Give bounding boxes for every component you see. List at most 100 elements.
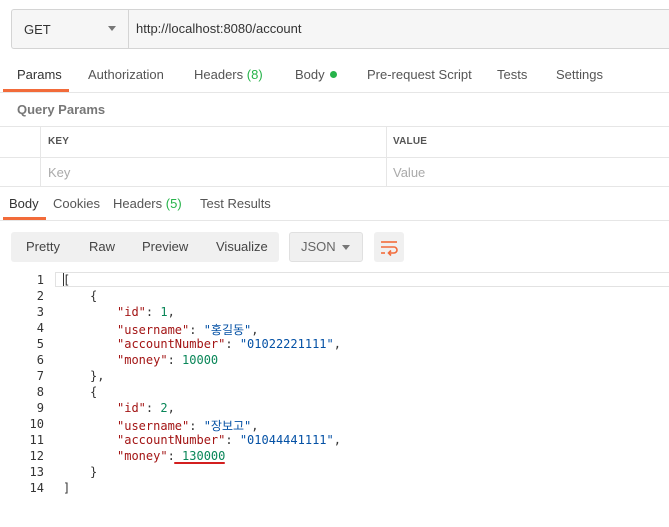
request-tabs: Params Authorization Headers (8) Body Pr…: [0, 58, 669, 93]
json-string: "01044441111": [239, 433, 334, 447]
json-key: "accountNumber": [117, 433, 226, 447]
code-line: "id": 1,: [117, 305, 175, 319]
view-pretty-button[interactable]: Pretty: [26, 232, 60, 262]
column-header-key: KEY: [48, 136, 70, 147]
line-number: 10: [29, 417, 44, 431]
view-raw-button[interactable]: Raw: [89, 232, 115, 262]
line-number: 13: [29, 465, 44, 479]
active-response-tab-underline: [3, 217, 46, 220]
code-line: [: [63, 273, 70, 287]
headers-count-badge: (8): [246, 67, 263, 82]
json-key: "id": [117, 305, 146, 319]
json-key: "username": [117, 323, 190, 337]
line-number: 7: [36, 369, 44, 383]
json-brace: {: [90, 385, 98, 399]
json-key: "username": [117, 419, 190, 433]
code-line: },: [90, 369, 104, 383]
response-tabs: Body Cookies Headers (5) Test Results: [0, 190, 669, 221]
code-line: {: [90, 289, 97, 303]
line-number: 1: [36, 273, 44, 287]
line-number: 2: [36, 289, 44, 303]
json-brace: {: [90, 289, 98, 303]
highlight-underline: [174, 462, 225, 464]
tab-body[interactable]: Body: [295, 58, 337, 92]
tab-headers[interactable]: Headers (8): [194, 58, 263, 92]
code-line: "username": "홍길동",: [117, 323, 259, 337]
response-body-editor[interactable]: 1 2 3 4 5 6 7 8 9 10 11 12 13 14 [ { "id…: [0, 270, 669, 527]
json-bracket: ]: [63, 481, 71, 495]
line-number: 5: [36, 337, 44, 351]
view-visualize-button[interactable]: Visualize: [216, 232, 268, 262]
response-tab-cookies[interactable]: Cookies: [53, 190, 100, 218]
chevron-down-icon: [108, 26, 116, 31]
column-divider: [386, 127, 387, 187]
line-number: 14: [29, 481, 44, 495]
line-number: 6: [36, 353, 44, 367]
wrap-lines-button[interactable]: [374, 232, 404, 262]
json-number: 10000: [182, 353, 219, 367]
code-line: "id": 2,: [117, 401, 175, 415]
tab-body-label: Body: [295, 67, 325, 82]
method-select[interactable]: GET: [12, 10, 129, 48]
json-number: 130000: [182, 449, 226, 463]
body-status-dot: [329, 71, 337, 78]
json-brace: },: [90, 369, 105, 383]
response-headers-count-badge: (5): [165, 196, 182, 211]
response-tab-body[interactable]: Body: [9, 190, 39, 218]
column-header-value: VALUE: [393, 136, 428, 147]
query-params-table: KEY VALUE Key Value: [0, 126, 669, 187]
json-string: "홍길동": [203, 323, 252, 337]
code-line: ]: [63, 481, 70, 495]
response-tab-headers-label: Headers: [113, 196, 163, 211]
param-value-input[interactable]: Value: [393, 165, 425, 180]
tab-authorization[interactable]: Authorization: [88, 58, 164, 92]
tab-tests[interactable]: Tests: [497, 58, 527, 92]
code-line: "accountNumber": "01022221111",: [117, 337, 341, 351]
method-label: GET: [24, 21, 51, 37]
json-string: "장보고": [203, 419, 252, 433]
json-key: "id": [117, 401, 146, 415]
url-input[interactable]: http://localhost:8080/account: [136, 10, 302, 48]
json-number: 2: [160, 401, 168, 415]
param-key-input[interactable]: Key: [48, 165, 70, 180]
response-tab-headers[interactable]: Headers (5): [113, 190, 182, 218]
text-cursor: [63, 273, 64, 286]
tab-settings[interactable]: Settings: [556, 58, 603, 92]
tab-headers-label: Headers: [194, 67, 244, 82]
code-line: "money": 130000: [117, 449, 226, 463]
view-preview-button[interactable]: Preview: [142, 232, 188, 262]
code-line: "username": "장보고",: [117, 419, 259, 433]
tab-params[interactable]: Params: [17, 58, 62, 92]
json-string: "01022221111": [239, 337, 334, 351]
line-number: 3: [36, 305, 44, 319]
active-line-highlight: [55, 272, 669, 287]
code-line: {: [90, 385, 97, 399]
line-number: 12: [29, 449, 44, 463]
code-line: "money": 10000: [117, 353, 219, 367]
wrap-lines-icon: [381, 241, 398, 257]
line-number: 11: [29, 433, 44, 447]
view-mode-selector: Pretty Raw Preview Visualize: [11, 232, 279, 262]
line-number: 9: [36, 401, 44, 415]
column-divider: [40, 127, 41, 187]
query-params-header-row: [0, 127, 669, 158]
format-select[interactable]: JSON: [289, 232, 363, 262]
request-url-bar: GET http://localhost:8080/account: [11, 9, 669, 49]
line-number: 4: [36, 321, 44, 335]
code-line: }: [90, 465, 97, 479]
json-key: "accountNumber": [117, 337, 226, 351]
tab-pre-request-script[interactable]: Pre-request Script: [367, 58, 472, 92]
query-params-title: Query Params: [17, 102, 106, 117]
code-line: "accountNumber": "01044441111",: [117, 433, 341, 447]
active-tab-underline: [3, 89, 69, 92]
json-bracket: [: [63, 273, 71, 287]
response-toolbar: Pretty Raw Preview Visualize JSON: [0, 221, 669, 270]
json-brace: }: [90, 465, 98, 479]
chevron-down-icon: [342, 245, 350, 250]
json-key: "money": [117, 353, 168, 367]
format-label: JSON: [301, 239, 336, 254]
response-tab-test-results[interactable]: Test Results: [200, 190, 271, 218]
json-number: 1: [160, 305, 168, 319]
json-key: "money": [117, 449, 168, 463]
line-number: 8: [36, 385, 44, 399]
